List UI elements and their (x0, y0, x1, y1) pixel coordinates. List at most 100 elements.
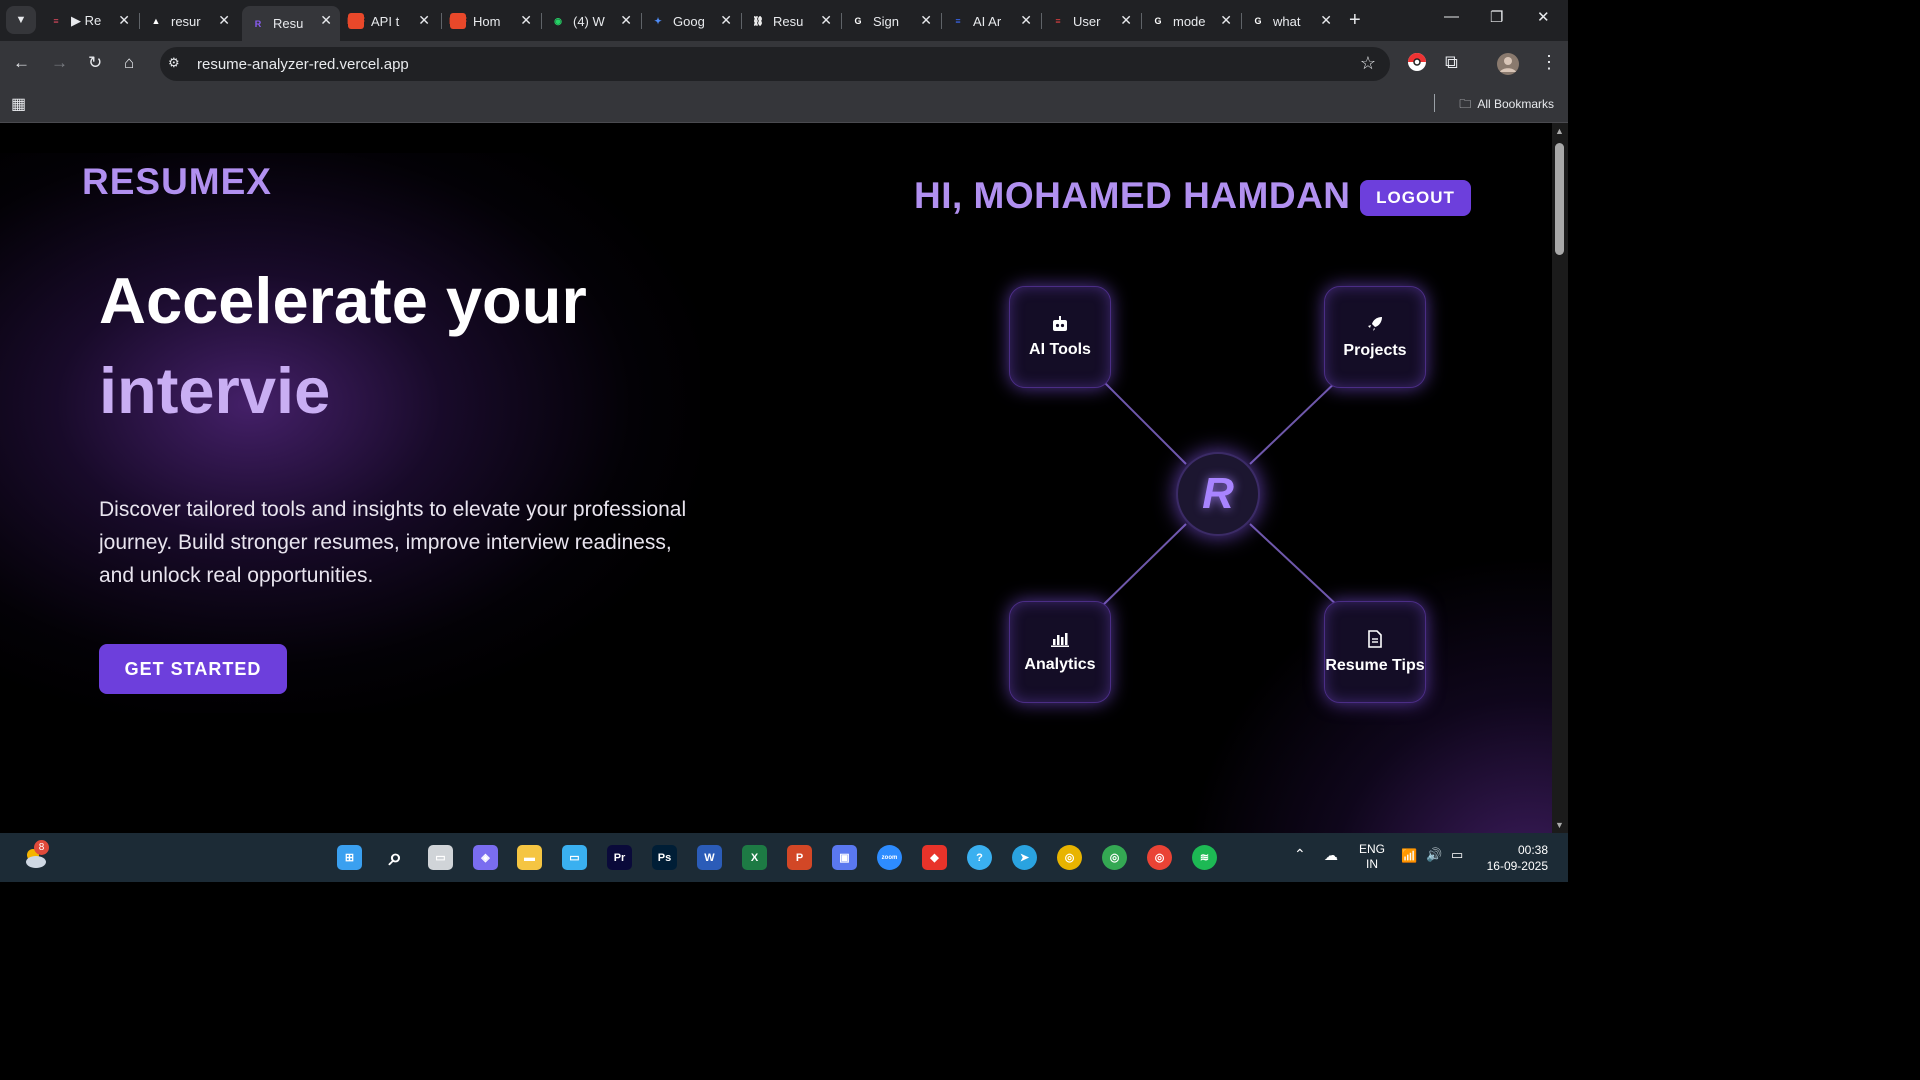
page-scrollbar[interactable]: ▲ ▼ (1552, 123, 1568, 833)
tab-separator (541, 13, 542, 29)
tab-title: resur (171, 13, 201, 29)
task-view-icon[interactable]: ▭ (428, 845, 453, 870)
tab-5[interactable]: PDF Hom ✕ (442, 6, 540, 36)
tab-separator (1041, 13, 1042, 29)
node-analytics[interactable]: Analytics (1009, 601, 1111, 703)
close-tab-icon[interactable]: ✕ (620, 12, 632, 29)
bookmarks-bar: ▦ 🗀 All Bookmarks (0, 85, 1568, 123)
zoom-icon[interactable]: zoom (877, 845, 902, 870)
site-info-icon[interactable]: ⚙ (168, 55, 180, 71)
home-icon[interactable]: ⌂ (124, 53, 134, 73)
new-tab-button[interactable]: + (1349, 9, 1361, 32)
google-icon: G (1154, 16, 1162, 26)
menu-kebab-icon[interactable]: ⋮ (1540, 52, 1558, 73)
tab-4[interactable]: PDF API t ✕ (340, 6, 438, 36)
clock[interactable]: 00:38 16-09-2025 (1480, 842, 1548, 874)
tab-9[interactable]: G Sign ✕ (842, 6, 940, 36)
scroll-down-icon[interactable]: ▼ (1555, 820, 1564, 830)
all-bookmarks-button[interactable]: 🗀 All Bookmarks (1459, 95, 1554, 116)
excel-icon[interactable]: X (742, 845, 767, 870)
node-ai-tools[interactable]: AI Tools (1009, 286, 1111, 388)
telegram-icon[interactable]: ➤ (1012, 845, 1037, 870)
battery-icon[interactable]: ▭ (1451, 847, 1463, 863)
close-tab-icon[interactable]: ✕ (520, 12, 532, 29)
desktop-icon[interactable]: ▭ (562, 845, 587, 870)
close-tab-icon[interactable]: ✕ (218, 12, 230, 29)
close-tab-icon[interactable]: ✕ (720, 12, 732, 29)
close-tab-icon[interactable]: ✕ (1320, 12, 1332, 29)
search-icon[interactable]: ⌕ (383, 844, 408, 871)
close-tab-icon[interactable]: ✕ (920, 12, 932, 29)
copilot-icon[interactable]: ◈ (473, 845, 498, 870)
spotify-icon[interactable]: ≋ (1192, 845, 1217, 870)
node-projects[interactable]: Projects (1324, 286, 1426, 388)
tab-search-button[interactable]: ▼ (6, 6, 36, 34)
tab-7[interactable]: ✦ Goog ✕ (642, 6, 740, 36)
hub-logo[interactable]: R (1176, 452, 1260, 536)
scroll-up-icon[interactable]: ▲ (1555, 126, 1564, 136)
volume-icon[interactable]: 🔊 (1426, 847, 1442, 863)
close-tab-icon[interactable]: ✕ (1020, 12, 1032, 29)
tab-2[interactable]: ▲ resur ✕ (140, 6, 238, 36)
photoshop-icon[interactable]: Ps (652, 845, 677, 870)
tab-8[interactable]: ⛓ Resu ✕ (742, 6, 840, 36)
tab-3[interactable]: R Resu ✕ (242, 6, 340, 41)
chrome-profile-icon[interactable]: ◎ (1102, 845, 1127, 870)
chrome-active-icon[interactable]: ◎ (1147, 845, 1172, 870)
ai-icon: ≡ (1055, 16, 1061, 26)
close-tab-icon[interactable]: ✕ (1220, 12, 1232, 29)
pokeball-extension-icon[interactable] (1407, 52, 1427, 77)
file-explorer-icon[interactable]: ▬ (517, 845, 542, 870)
wifi-icon[interactable]: 📶 (1401, 848, 1417, 864)
close-tab-icon[interactable]: ✕ (118, 12, 130, 29)
powerpoint-icon[interactable]: P (787, 845, 812, 870)
close-tab-icon[interactable]: ✕ (1120, 12, 1132, 29)
tab-13[interactable]: Gwhat ✕ (1242, 6, 1340, 36)
close-tab-icon[interactable]: ✕ (320, 12, 332, 29)
anydesk-icon[interactable]: ◆ (922, 845, 947, 870)
show-hidden-icons-chevron[interactable]: ⌃ (1294, 846, 1306, 863)
folder-icon: 🗀 (1459, 97, 1472, 111)
resumex-icon: R (254, 18, 262, 29)
tab-12[interactable]: Gmode ✕ (1142, 6, 1240, 36)
language-code: ENG (1359, 842, 1386, 856)
tab-6[interactable]: ◉ (4) W ✕ (542, 6, 640, 36)
brand-logo[interactable]: RESUMEX (82, 161, 272, 203)
reload-icon[interactable]: ↻ (88, 53, 102, 73)
m365-icon[interactable]: ▣ (832, 845, 857, 870)
tab-separator (441, 13, 442, 29)
get-started-button[interactable]: GET STARTED (99, 644, 287, 694)
word-icon[interactable]: W (697, 845, 722, 870)
logout-button[interactable]: LOGOUT (1360, 180, 1471, 216)
language-indicator[interactable]: ENG IN (1359, 842, 1385, 872)
profile-avatar[interactable] (1497, 53, 1519, 80)
minimize-button[interactable]: — (1444, 8, 1459, 25)
back-icon[interactable]: ← (13, 53, 30, 73)
extensions-puzzle-icon[interactable]: ⧉ (1445, 52, 1458, 73)
clock-date: 16-09-2025 (1486, 859, 1548, 873)
all-bookmarks-label: All Bookmarks (1477, 97, 1554, 111)
url-text[interactable]: resume-analyzer-red.vercel.app (197, 56, 409, 73)
chrome-icon[interactable]: ◎ (1057, 845, 1082, 870)
tab-strip: ▼ ≡ ▶ Re ✕ ▲ resur ✕ R Resu ✕ PDF API t ✕ PDF Hom ✕ ◉ (4… (0, 0, 1568, 41)
premiere-icon[interactable]: Pr (607, 845, 632, 870)
tab-1[interactable]: ≡ ▶ Re ✕ (40, 6, 138, 36)
address-bar[interactable]: ⚙ resume-analyzer-red.vercel.app ☆ (160, 47, 1390, 81)
tab-separator (941, 13, 942, 29)
tab-11[interactable]: ≡ User ✕ (1042, 6, 1140, 36)
forward-icon[interactable]: → (51, 53, 68, 73)
close-window-button[interactable]: ✕ (1537, 8, 1550, 26)
node-resume-tips[interactable]: Resume Tips (1324, 601, 1426, 703)
headline-line-2: intervie (99, 354, 331, 427)
scrollbar-thumb[interactable] (1555, 143, 1564, 255)
restore-button[interactable]: ❐ (1490, 8, 1503, 26)
bookmark-star-icon[interactable]: ☆ (1360, 53, 1376, 74)
tab-10[interactable]: ≡ AI Ar ✕ (942, 6, 1040, 36)
weather-widget[interactable]: 8 (22, 840, 50, 871)
help-icon[interactable]: ? (967, 845, 992, 870)
close-tab-icon[interactable]: ✕ (820, 12, 832, 29)
close-tab-icon[interactable]: ✕ (418, 12, 430, 29)
start-icon[interactable]: ⊞ (337, 845, 362, 870)
onedrive-cloud-icon[interactable]: ☁ (1324, 847, 1338, 864)
apps-grid-icon[interactable]: ▦ (11, 94, 26, 114)
